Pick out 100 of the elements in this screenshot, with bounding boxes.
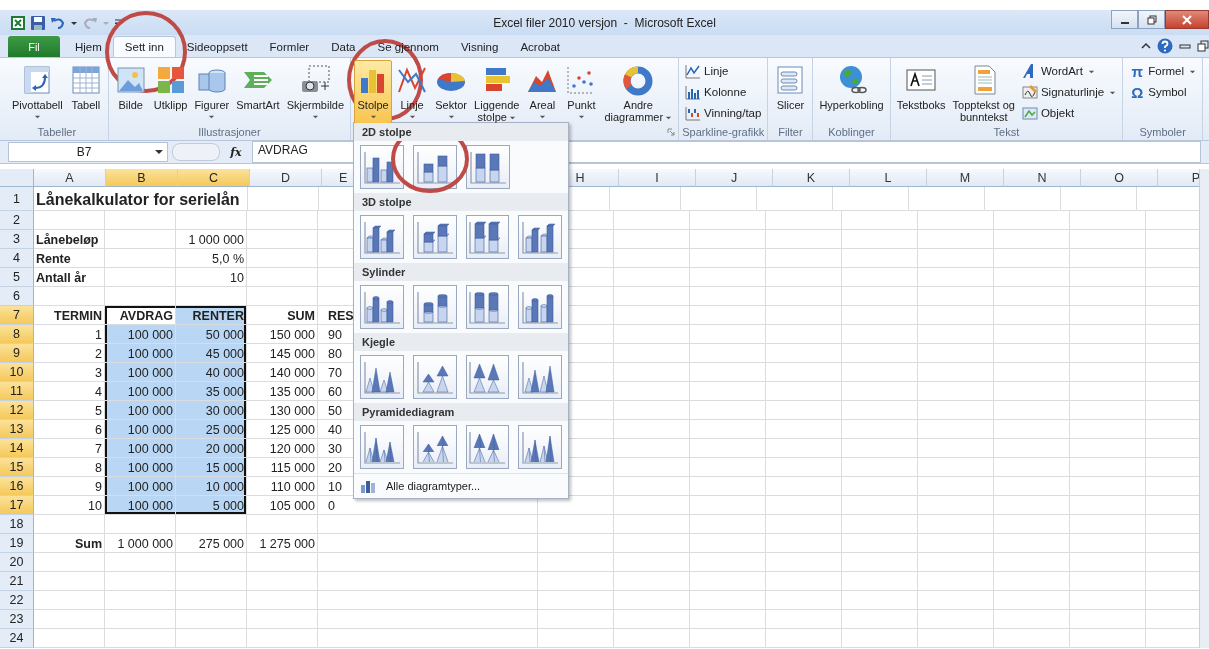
row-header[interactable]: 3: [0, 230, 34, 249]
empty-cell[interactable]: [690, 249, 766, 268]
empty-cell[interactable]: [918, 249, 994, 268]
empty-cell[interactable]: [766, 534, 842, 553]
empty-cell[interactable]: [994, 306, 1070, 325]
table-cell[interactable]: 5,0 %: [176, 249, 247, 268]
empty-cell[interactable]: [1070, 382, 1146, 401]
empty-cell[interactable]: [105, 268, 176, 287]
empty-cell[interactable]: [766, 363, 842, 382]
empty-cell[interactable]: [842, 420, 918, 439]
empty-cell[interactable]: [766, 230, 842, 249]
empty-cell[interactable]: [918, 629, 994, 648]
close-button[interactable]: [1165, 10, 1209, 29]
empty-cell[interactable]: [176, 610, 247, 629]
table-cell[interactable]: 100 000: [105, 401, 176, 420]
empty-cell[interactable]: [1070, 610, 1146, 629]
row-header[interactable]: 22: [0, 591, 34, 610]
empty-cell[interactable]: [842, 610, 918, 629]
empty-cell[interactable]: [766, 249, 842, 268]
empty-cell[interactable]: [247, 249, 318, 268]
table-cell[interactable]: 100 000: [105, 344, 176, 363]
empty-cell[interactable]: [994, 591, 1070, 610]
table-cell[interactable]: 135 000: [247, 382, 318, 401]
table-cell[interactable]: 120 000: [247, 439, 318, 458]
ribbon-tab[interactable]: Acrobat: [509, 36, 572, 57]
row-header[interactable]: 14: [0, 439, 34, 458]
table-cell[interactable]: 100 000: [105, 420, 176, 439]
chart-type-option[interactable]: [360, 285, 404, 329]
empty-cell[interactable]: [833, 187, 909, 211]
file-tab[interactable]: Fil: [8, 36, 60, 57]
empty-cell[interactable]: [690, 268, 766, 287]
ribbon-button[interactable]: Hyperkobling: [816, 60, 887, 124]
empty-cell[interactable]: [690, 382, 766, 401]
empty-cell[interactable]: [1070, 591, 1146, 610]
empty-cell[interactable]: [105, 629, 176, 648]
empty-cell[interactable]: [766, 610, 842, 629]
empty-cell[interactable]: [1070, 439, 1146, 458]
empty-cell[interactable]: [918, 344, 994, 363]
empty-cell[interactable]: [690, 629, 766, 648]
ribbon-tab[interactable]: Sett inn: [112, 36, 176, 57]
empty-cell[interactable]: [766, 420, 842, 439]
empty-cell[interactable]: [766, 287, 842, 306]
ribbon-button[interactable]: Topptekst og bunntekst: [949, 60, 1018, 124]
table-cell[interactable]: 40 000: [176, 363, 247, 382]
empty-cell[interactable]: [994, 249, 1070, 268]
empty-cell[interactable]: [614, 420, 690, 439]
chart-type-option[interactable]: [360, 425, 404, 469]
empty-cell[interactable]: [690, 306, 766, 325]
column-header[interactable]: P: [1158, 169, 1199, 187]
column-header[interactable]: I: [619, 169, 696, 187]
empty-cell[interactable]: [690, 211, 766, 230]
column-header[interactable]: D: [250, 169, 322, 187]
table-cell[interactable]: Antall år: [34, 268, 105, 287]
ribbon-button[interactable]: Punkt: [562, 60, 601, 124]
empty-cell[interactable]: [766, 591, 842, 610]
ribbon-button[interactable]: Slicer: [771, 60, 810, 124]
row-header[interactable]: 15: [0, 458, 34, 477]
ribbon-button[interactable]: Stolpe: [354, 60, 393, 124]
ribbon-button[interactable]: Tabell: [66, 60, 105, 124]
column-header[interactable]: N: [1004, 169, 1081, 187]
ribbon-button[interactable]: Tekstboks: [893, 60, 949, 124]
table-cell[interactable]: 100 000: [105, 477, 176, 496]
empty-cell[interactable]: [842, 515, 918, 534]
customize-toolbar-icon[interactable]: [114, 18, 122, 27]
chart-type-option[interactable]: [518, 355, 562, 399]
empty-cell[interactable]: [918, 230, 994, 249]
row-header[interactable]: 5: [0, 268, 34, 287]
empty-cell[interactable]: [690, 610, 766, 629]
empty-cell[interactable]: [690, 534, 766, 553]
empty-cell[interactable]: [842, 534, 918, 553]
empty-cell[interactable]: [1070, 325, 1146, 344]
empty-cell[interactable]: [766, 496, 842, 515]
table-cell[interactable]: 10 000: [176, 477, 247, 496]
empty-cell[interactable]: [614, 325, 690, 344]
empty-cell[interactable]: [610, 187, 681, 211]
empty-cell[interactable]: [994, 477, 1070, 496]
row-header[interactable]: 9: [0, 344, 34, 363]
empty-cell[interactable]: [1070, 344, 1146, 363]
empty-cell[interactable]: [994, 458, 1070, 477]
empty-cell[interactable]: [842, 344, 918, 363]
table-cell[interactable]: 5 000: [176, 496, 247, 515]
empty-cell[interactable]: [766, 439, 842, 458]
empty-cell[interactable]: [614, 230, 690, 249]
empty-cell[interactable]: [247, 230, 318, 249]
row-header[interactable]: 18: [0, 515, 34, 534]
empty-cell[interactable]: [614, 344, 690, 363]
table-cell[interactable]: 100 000: [105, 439, 176, 458]
empty-cell[interactable]: [994, 572, 1070, 591]
table-cell[interactable]: 100 000: [105, 382, 176, 401]
empty-cell[interactable]: [614, 572, 690, 591]
table-cell[interactable]: 140 000: [247, 363, 318, 382]
table-cell[interactable]: 1 000 000: [105, 534, 176, 553]
empty-cell[interactable]: [1070, 629, 1146, 648]
row-header[interactable]: 1: [0, 187, 34, 211]
empty-cell[interactable]: [766, 382, 842, 401]
empty-cell[interactable]: [842, 496, 918, 515]
empty-cell[interactable]: [690, 420, 766, 439]
empty-cell[interactable]: [842, 363, 918, 382]
table-cell[interactable]: 15 000: [176, 458, 247, 477]
empty-cell[interactable]: [842, 268, 918, 287]
